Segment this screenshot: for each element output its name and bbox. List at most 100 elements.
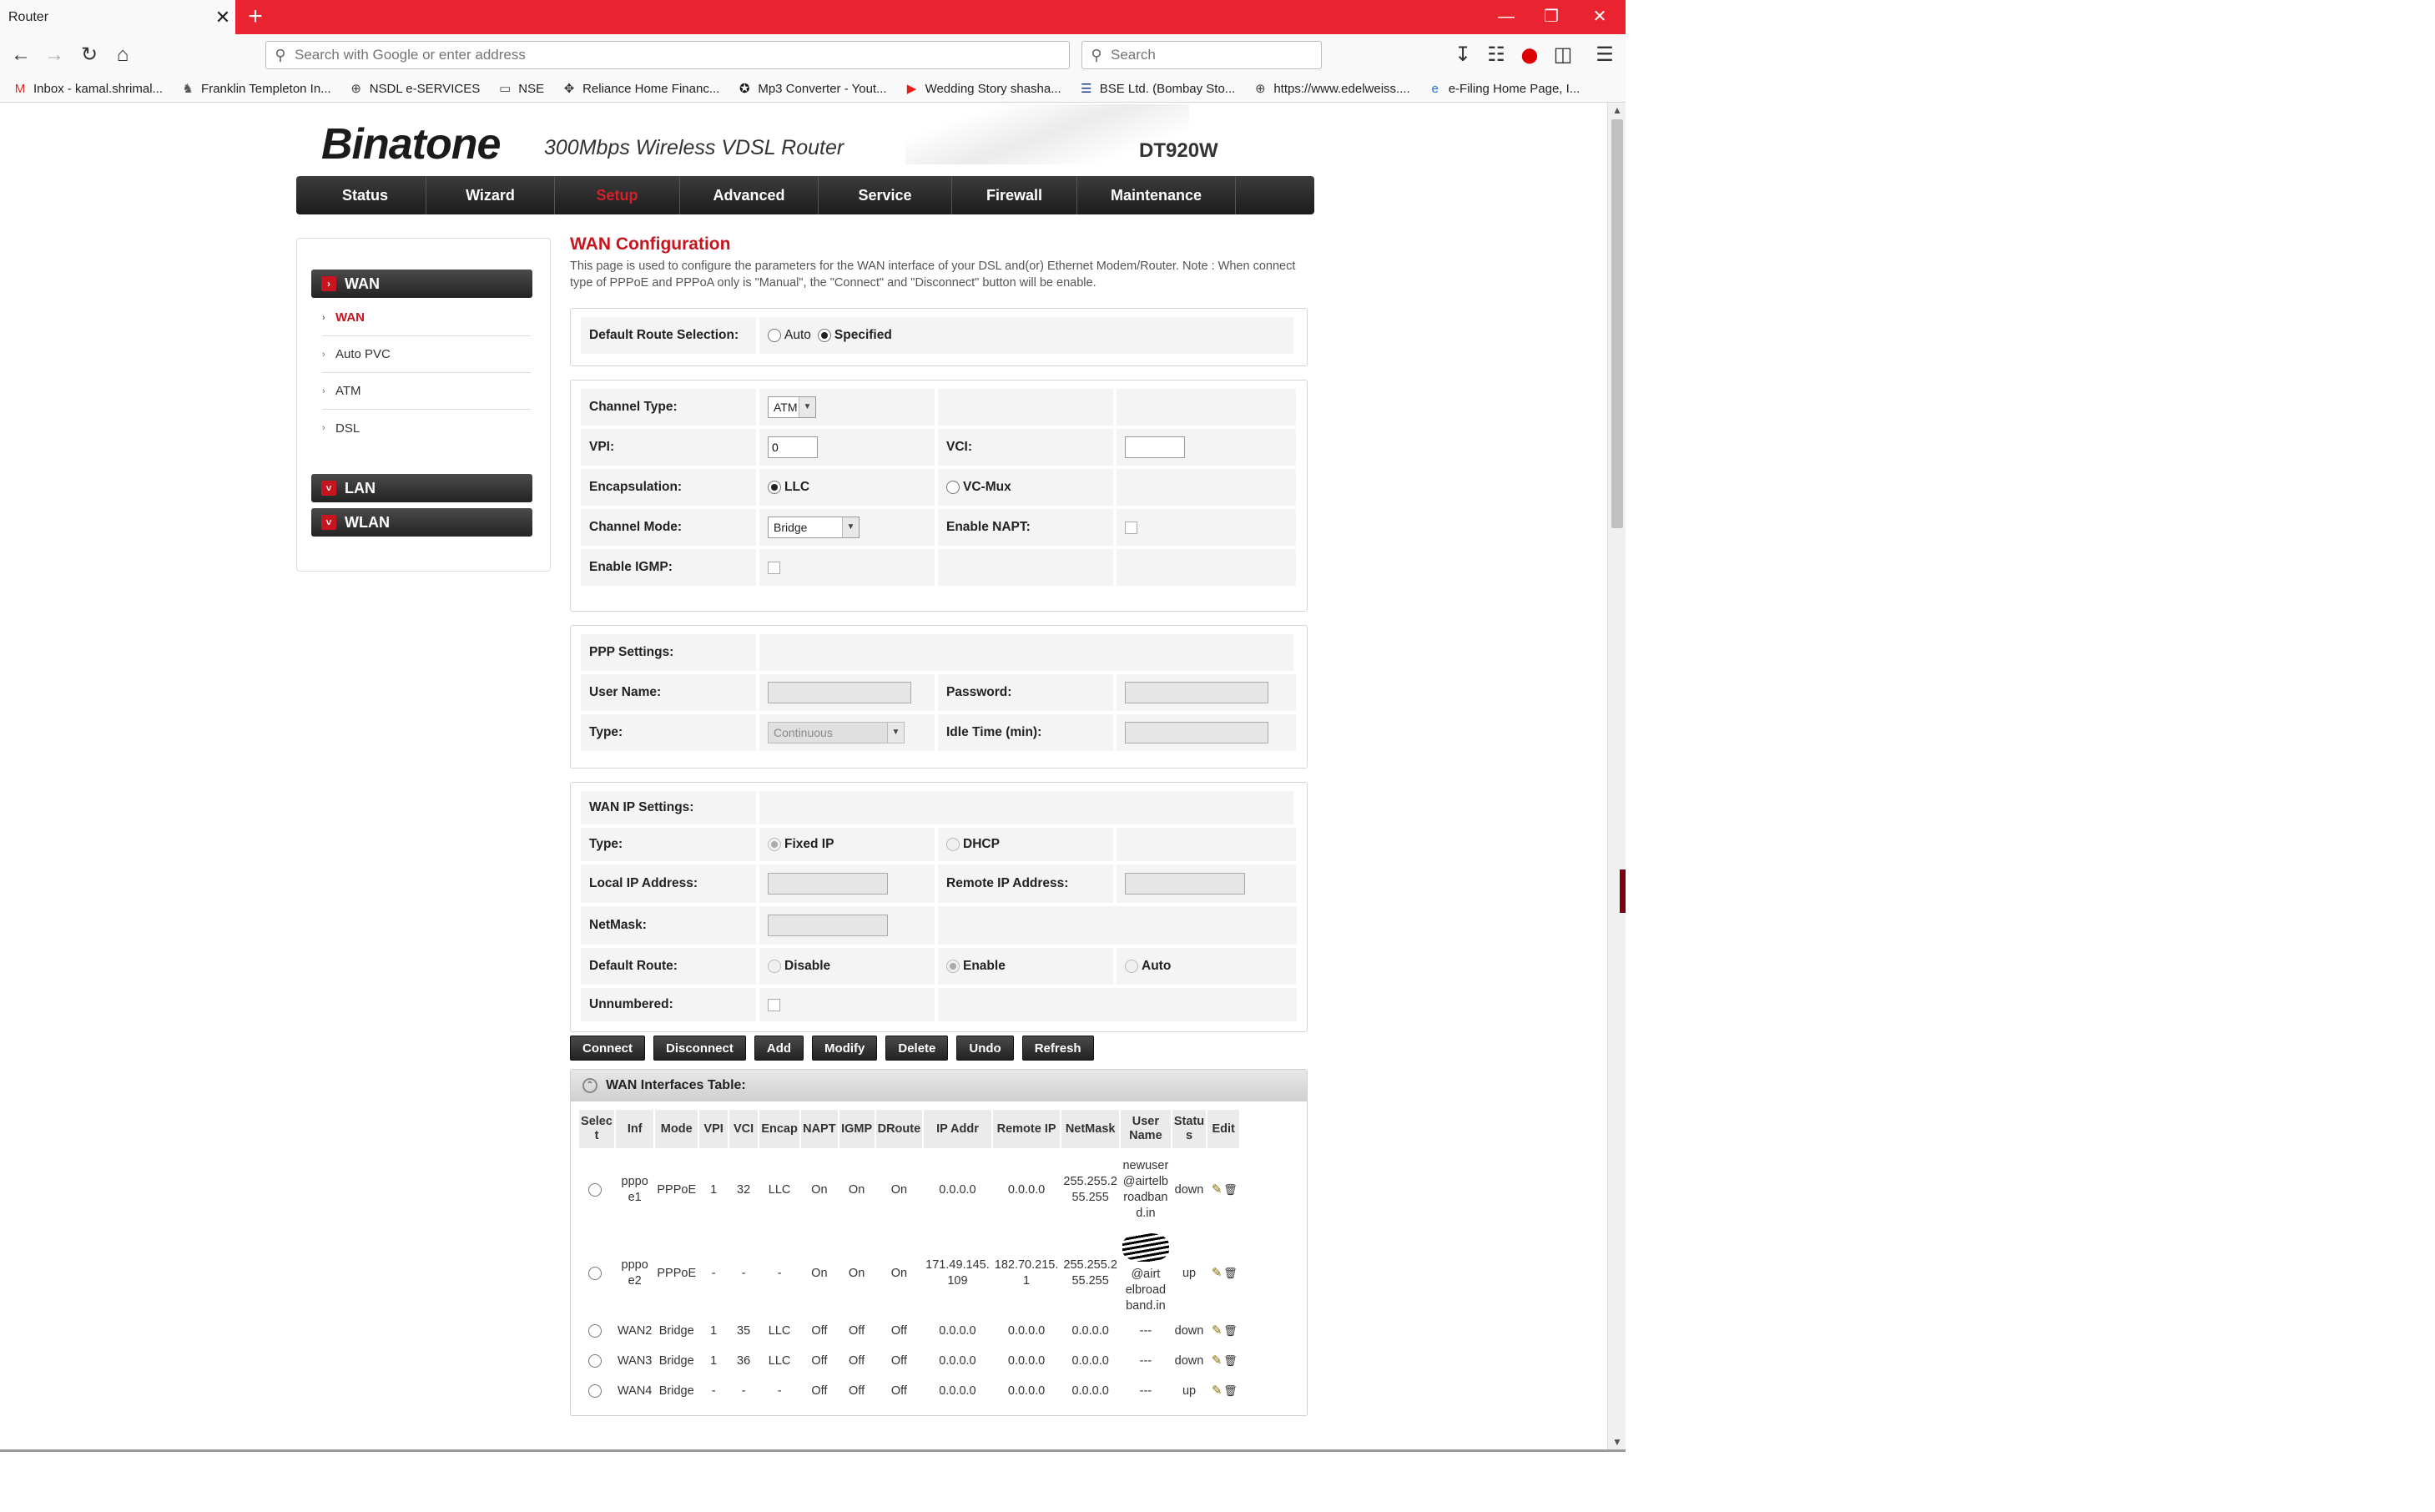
user-name-input[interactable] — [768, 682, 911, 703]
idle-time-input[interactable] — [1125, 722, 1268, 743]
new-tab-button[interactable]: + — [244, 2, 267, 32]
droute-disable-radio[interactable] — [768, 960, 781, 973]
bookmark-item[interactable]: ☰ BSE Ltd. (Bombay Sto... — [1078, 81, 1235, 98]
local-ip-label: Local IP Address: — [581, 864, 756, 903]
netmask-input[interactable] — [768, 915, 888, 936]
modify-button[interactable]: Modify — [812, 1036, 878, 1061]
enable-igmp-checkbox[interactable] — [768, 561, 780, 574]
channel-mode-label: Channel Mode: — [581, 509, 756, 546]
droute-auto-radio[interactable] — [1125, 960, 1138, 973]
sidebar-item-wan[interactable]: › WAN — [322, 300, 531, 336]
row-select-radio[interactable] — [588, 1182, 602, 1197]
bookmark-item[interactable]: e e-Filing Home Page, I... — [1427, 81, 1580, 98]
scroll-up-icon[interactable]: ▲ — [1608, 104, 1626, 116]
add-button[interactable]: Add — [754, 1036, 804, 1061]
unnumbered-checkbox[interactable] — [768, 998, 780, 1011]
scrollbar-thumb[interactable] — [1611, 119, 1623, 528]
row-select-radio[interactable] — [588, 1353, 602, 1368]
vertical-scrollbar[interactable]: ▲ ▼ — [1607, 103, 1626, 1449]
collapse-icon[interactable]: ⌃ — [582, 1078, 597, 1093]
nav-maintenance[interactable]: Maintenance — [1077, 176, 1236, 214]
default-route-auto-radio[interactable] — [768, 329, 781, 342]
download-icon[interactable]: ↧ — [1449, 41, 1477, 69]
pencil-icon[interactable]: ✎ — [1210, 1383, 1223, 1398]
password-input[interactable] — [1125, 682, 1268, 703]
library-icon[interactable]: ☷ — [1482, 41, 1510, 69]
sidebar-icon[interactable]: ◫ — [1549, 41, 1577, 69]
row-select-radio[interactable] — [588, 1266, 602, 1280]
reload-icon[interactable]: ↻ — [75, 41, 103, 69]
pencil-icon[interactable]: ✎ — [1210, 1266, 1223, 1280]
close-window-icon[interactable]: ✕ — [1582, 3, 1617, 30]
nav-setup[interactable]: Setup — [555, 176, 680, 214]
connect-button[interactable]: Connect — [570, 1036, 645, 1061]
bookmark-item[interactable]: ✥ Reliance Home Financ... — [561, 81, 720, 98]
search-input[interactable] — [1111, 47, 1321, 63]
encap-llc-radio[interactable] — [768, 481, 781, 494]
bookmark-item[interactable]: ✪ Mp3 Converter - Yout... — [736, 81, 887, 98]
minimize-icon[interactable]: — — [1489, 3, 1524, 30]
scroll-down-icon[interactable]: ▼ — [1608, 1436, 1626, 1448]
trash-icon[interactable]: 🗑 — [1223, 1384, 1238, 1398]
dhcp-radio[interactable] — [946, 838, 960, 851]
back-icon[interactable]: ← — [7, 41, 35, 69]
undo-button[interactable]: Undo — [956, 1036, 1014, 1061]
bookmark-item[interactable]: ⊕ NSDL e-SERVICES — [348, 81, 480, 98]
vci-input[interactable] — [1125, 436, 1185, 458]
remote-ip-input[interactable] — [1125, 873, 1245, 895]
refresh-button[interactable]: Refresh — [1021, 1036, 1094, 1061]
column-header: IGMP — [839, 1110, 875, 1148]
pencil-icon[interactable]: ✎ — [1210, 1182, 1223, 1197]
bookmark-item[interactable]: ▭ NSE — [497, 81, 544, 98]
pencil-icon[interactable]: ✎ — [1210, 1353, 1223, 1368]
menu-icon[interactable]: ☰ — [1591, 41, 1619, 69]
search-bar[interactable]: ⚲ — [1081, 41, 1322, 69]
pencil-icon[interactable]: ✎ — [1210, 1323, 1223, 1338]
delete-button[interactable]: Delete — [885, 1036, 949, 1061]
row-select-radio[interactable] — [588, 1383, 602, 1398]
forward-icon[interactable]: → — [40, 41, 68, 69]
vpi-input[interactable] — [768, 436, 818, 458]
remote-ip-cell — [1117, 864, 1296, 903]
channel-type-select[interactable]: ATM ▼ — [768, 396, 816, 418]
edit-cell: ✎ 🗑 — [1207, 1377, 1239, 1405]
sidebar-head-wan[interactable]: › WAN — [311, 270, 532, 298]
nav-firewall[interactable]: Firewall — [952, 176, 1077, 214]
trash-icon[interactable]: 🗑 — [1223, 1183, 1238, 1197]
nav-wizard[interactable]: Wizard — [426, 176, 555, 214]
disconnect-button[interactable]: Disconnect — [653, 1036, 746, 1061]
bookmark-item[interactable]: ♞ Franklin Templeton In... — [179, 81, 330, 98]
restore-icon[interactable]: ❐ — [1534, 3, 1569, 30]
sidebar-head-lan[interactable]: ˅ LAN — [311, 474, 532, 502]
nav-advanced[interactable]: Advanced — [680, 176, 819, 214]
enable-napt-checkbox[interactable] — [1125, 521, 1137, 534]
nav-service[interactable]: Service — [819, 176, 952, 214]
sidebar-head-wlan[interactable]: ˅ WLAN — [311, 508, 532, 537]
address-input[interactable] — [295, 47, 1069, 63]
row-select-radio[interactable] — [588, 1323, 602, 1338]
adblock-icon[interactable]: ⬤ — [1515, 41, 1544, 69]
nav-status[interactable]: Status — [305, 176, 426, 214]
close-tab-icon[interactable]: ✕ — [210, 7, 235, 28]
bookmark-item[interactable]: ▶ Wedding Story shasha... — [904, 81, 1061, 98]
trash-icon[interactable]: 🗑 — [1223, 1354, 1238, 1368]
edit-cell: ✎ 🗑 — [1207, 1150, 1239, 1230]
trash-icon[interactable]: 🗑 — [1223, 1324, 1238, 1338]
empty-cell — [938, 389, 1113, 426]
fixed-ip-radio[interactable] — [768, 838, 781, 851]
channel-mode-select[interactable]: Bridge ▼ — [768, 517, 860, 538]
trash-icon[interactable]: 🗑 — [1223, 1267, 1238, 1280]
droute-enable-radio[interactable] — [946, 960, 960, 973]
local-ip-input[interactable] — [768, 873, 888, 895]
encap-vcmux-radio[interactable] — [946, 481, 960, 494]
ppp-type-select[interactable]: Continuous ▼ — [768, 722, 905, 743]
default-route-specified-radio[interactable] — [817, 329, 831, 342]
bookmark-item[interactable]: ⊕ https://www.edelweiss.... — [1252, 81, 1410, 98]
sidebar-item-auto-pvc[interactable]: › Auto PVC — [322, 336, 531, 373]
bookmark-item[interactable]: M Inbox - kamal.shrimal... — [12, 81, 163, 98]
sidebar-item-atm[interactable]: › ATM — [322, 373, 531, 410]
address-bar[interactable]: ⚲ — [265, 41, 1070, 69]
tab-router[interactable]: Router ✕ — [0, 0, 235, 34]
home-icon[interactable]: ⌂ — [108, 41, 137, 69]
sidebar-item-dsl[interactable]: › DSL — [322, 410, 531, 446]
